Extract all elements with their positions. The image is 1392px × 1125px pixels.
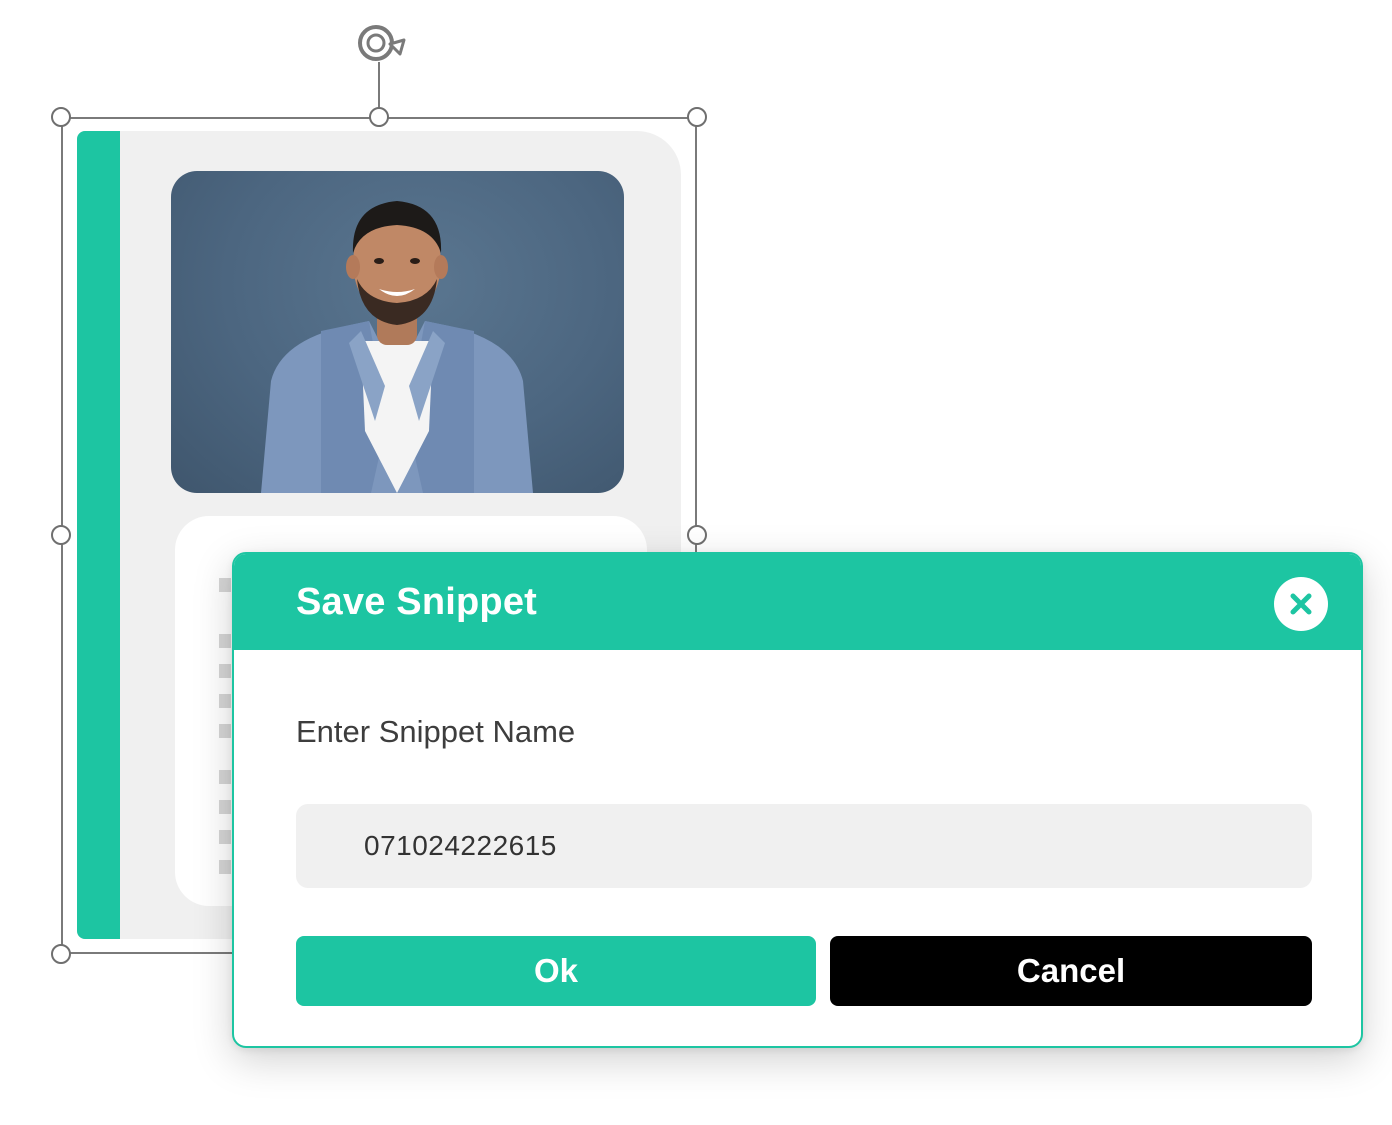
resize-handle-left[interactable] (51, 525, 71, 545)
save-snippet-dialog: Save Snippet Enter Snippet Name Ok Cance… (232, 552, 1363, 1048)
close-button[interactable] (1274, 577, 1328, 631)
resize-handle-bottom-left[interactable] (51, 944, 71, 964)
rotate-handle-stem (378, 62, 380, 108)
resize-handle-top-left[interactable] (51, 107, 71, 127)
ok-button[interactable]: Ok (296, 936, 816, 1006)
dialog-title: Save Snippet (296, 581, 538, 623)
stage: Save Snippet Enter Snippet Name Ok Cance… (0, 0, 1392, 1125)
snippet-name-label: Enter Snippet Name (296, 714, 576, 749)
cancel-button[interactable]: Cancel (830, 936, 1312, 1006)
resize-handle-top[interactable] (369, 107, 389, 127)
rotate-icon[interactable] (354, 20, 414, 68)
resize-handle-top-right[interactable] (687, 107, 707, 127)
snippet-name-input[interactable] (296, 804, 1312, 888)
dialog-header: Save Snippet (234, 554, 1361, 650)
resize-handle-right[interactable] (687, 525, 707, 545)
close-icon (1290, 593, 1312, 615)
